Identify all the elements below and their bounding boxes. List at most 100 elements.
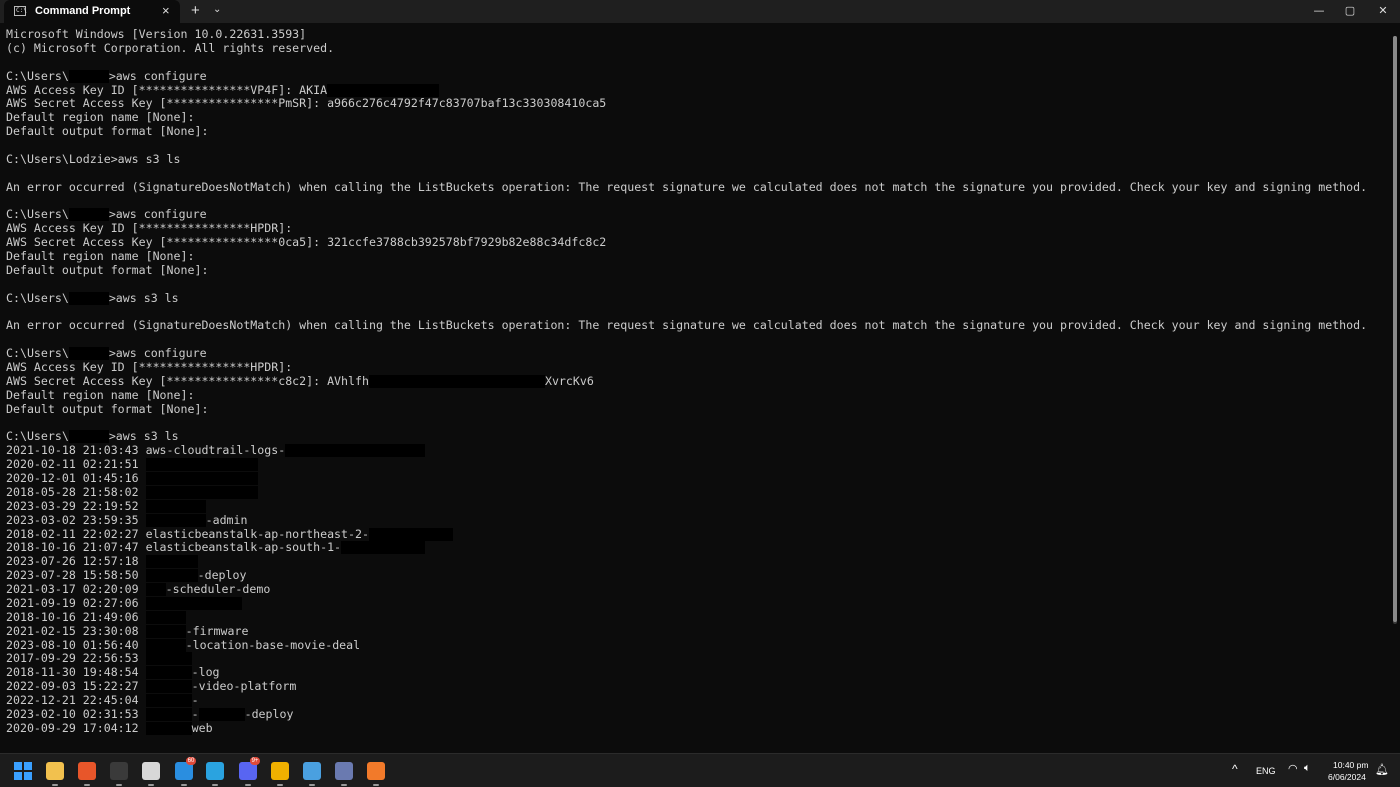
terminal-line: 2023-03-29 22:19:52 — [6, 498, 1391, 514]
telegram-icon[interactable] — [206, 762, 224, 780]
terminal-text: 2021-02-15 23:30:08 — [6, 623, 146, 638]
minimize-button[interactable]: — — [1302, 0, 1336, 23]
volume-icon[interactable]: 🔈︎ — [1304, 762, 1311, 775]
terminal-text: Default region name [None]: — [6, 249, 195, 263]
terminal-output[interactable]: Microsoft Windows [Version 10.0.22631.35… — [6, 27, 1391, 748]
redacted-text — [145, 624, 186, 638]
terminal-text: Default output format [None]: — [6, 262, 209, 277]
title-bar: C:\ Command Prompt × + ⌄ — ▢ ✕ — [0, 0, 1400, 23]
notification-badge: 9+ — [250, 757, 260, 765]
terminal-line: Default output format [None]: — [6, 402, 1391, 417]
redacted-text — [145, 583, 166, 596]
terminal-text: AWS Secret Access Key [****************P… — [6, 96, 607, 111]
notification-bell-icon[interactable]: 🔔︎ — [1375, 763, 1389, 776]
terminal-text: 2021-10-18 21:03:43 aws-cloudtrail-logs- — [6, 443, 286, 458]
running-indicator — [181, 784, 187, 786]
terminal-line: Default region name [None]: — [6, 388, 1391, 403]
brave-icon[interactable] — [78, 762, 96, 780]
terminal-text: AWS Access Key ID [****************HPDR]… — [6, 221, 293, 236]
terminal-text: An error occurred (SignatureDoesNotMatch… — [6, 318, 1368, 333]
tab-dropdown-icon[interactable]: ⌄ — [213, 4, 221, 15]
tab-command-prompt[interactable]: C:\ Command Prompt × — [4, 0, 180, 23]
terminal-text: >aws configure — [108, 68, 207, 83]
terminal-line: 2017-09-29 22:56:53 — [6, 651, 1391, 666]
redacted-text — [68, 347, 109, 361]
terminal-text: -deploy — [197, 568, 247, 583]
clock-time[interactable]: 10:40 pm — [1333, 760, 1368, 770]
app-mask-icon[interactable] — [142, 762, 160, 780]
redacted-text — [145, 707, 192, 721]
terminal-text: (c) Microsoft Corporation. All rights re… — [6, 40, 335, 55]
terminal-text: C:\Users\ — [6, 207, 69, 222]
redacted-text — [145, 569, 198, 583]
redacted-text — [145, 666, 192, 680]
terminal-text: >aws s3 ls — [108, 429, 179, 444]
running-indicator — [341, 784, 347, 786]
terminal-text: 2018-05-28 21:58:02 — [6, 484, 146, 499]
terminal-text: - — [191, 693, 199, 707]
maximize-button[interactable]: ▢ — [1333, 0, 1367, 23]
network-app-icon[interactable] — [335, 762, 353, 780]
terminal-line: 2023-02-10 02:31:53 - -deploy — [6, 706, 1391, 722]
running-indicator — [277, 784, 283, 786]
clock-date[interactable]: 6/06/2024 — [1328, 772, 1366, 782]
terminal-line: AWS Secret Access Key [****************0… — [6, 235, 1391, 250]
terminal-text: >aws configure — [108, 207, 207, 222]
terminal-line: AWS Secret Access Key [****************c… — [6, 373, 1391, 389]
terminal-text: 2022-09-03 15:22:27 — [6, 679, 146, 694]
terminal-text: 2020-02-11 02:21:51 — [6, 457, 146, 472]
redacted-text — [145, 499, 206, 513]
file-explorer-icon[interactable] — [46, 762, 64, 780]
redacted-text — [145, 596, 242, 610]
redacted-text — [145, 513, 206, 527]
app-orange-icon[interactable] — [271, 762, 289, 780]
terminal-text: -admin — [205, 512, 248, 527]
terminal-text: AWS Secret Access Key [****************c… — [6, 373, 369, 388]
tab-title: Command Prompt — [35, 5, 131, 17]
terminal-text: 2020-09-29 17:04:12 — [6, 720, 146, 735]
terminal-text: 2018-11-30 19:48:54 — [6, 665, 146, 680]
new-tab-button[interactable]: + — [191, 2, 200, 19]
redacted-text — [145, 458, 258, 472]
redacted-text — [198, 707, 245, 721]
redacted-text — [145, 610, 186, 624]
tab-close-icon[interactable]: × — [162, 3, 170, 18]
terminal-line: 2018-10-16 21:07:47 elasticbeanstalk-ap-… — [6, 540, 1391, 555]
running-indicator — [309, 784, 315, 786]
terminal-text: 2023-03-29 22:19:52 — [6, 498, 146, 513]
terminal-text: C:\Users\ — [6, 68, 69, 83]
terminal-text: 2023-08-10 01:56:40 — [6, 637, 146, 652]
redacted-text — [341, 541, 426, 555]
terminal-text: -deploy — [244, 706, 294, 721]
terminal-text: 2023-03-02 23:59:35 — [6, 512, 146, 527]
terminal-line: 2021-10-18 21:03:43 aws-cloudtrail-logs- — [6, 443, 1391, 458]
running-indicator — [245, 784, 251, 786]
terminal-line: An error occurred (SignatureDoesNotMatch… — [6, 318, 1391, 333]
app-gift-icon[interactable] — [367, 762, 385, 780]
terminal-line: 2021-03-17 02:20:09 -scheduler-demo — [6, 582, 1391, 597]
close-button[interactable]: ✕ — [1366, 0, 1400, 23]
redacted-text — [68, 208, 109, 222]
scrollbar-thumb[interactable] — [1393, 36, 1397, 622]
terminal-line: 2023-07-26 12:57:18 — [6, 554, 1391, 569]
start-icon[interactable] — [14, 762, 32, 780]
taskbar: ^ ENG ◠ 🔈︎ 10:40 pm 6/06/2024 🔔︎ 60 9+ — [0, 753, 1400, 787]
vscode-like-icon[interactable] — [303, 762, 321, 780]
redacted-text — [368, 374, 545, 388]
terminal-line: 2021-09-19 02:27:06 — [6, 596, 1391, 611]
tray-overflow-chevron-icon[interactable]: ^ — [1232, 762, 1238, 776]
terminal-line: C:\Users\ >aws configure — [6, 68, 1391, 84]
terminal-icon[interactable] — [110, 762, 128, 780]
language-indicator[interactable]: ENG — [1256, 766, 1276, 776]
terminal-text: 2023-07-28 15:58:50 — [6, 568, 146, 583]
terminal-line: Default output format [None]: — [6, 262, 1391, 278]
redacted-text — [68, 291, 109, 305]
wifi-icon[interactable]: ◠ — [1288, 762, 1298, 775]
terminal-text: 2022-12-21 22:45:04 — [6, 693, 146, 707]
terminal-line: An error occurred (SignatureDoesNotMatch… — [6, 180, 1391, 195]
terminal-text: C:\Users\ — [6, 346, 69, 361]
running-indicator — [116, 784, 122, 786]
redacted-text — [145, 472, 258, 485]
